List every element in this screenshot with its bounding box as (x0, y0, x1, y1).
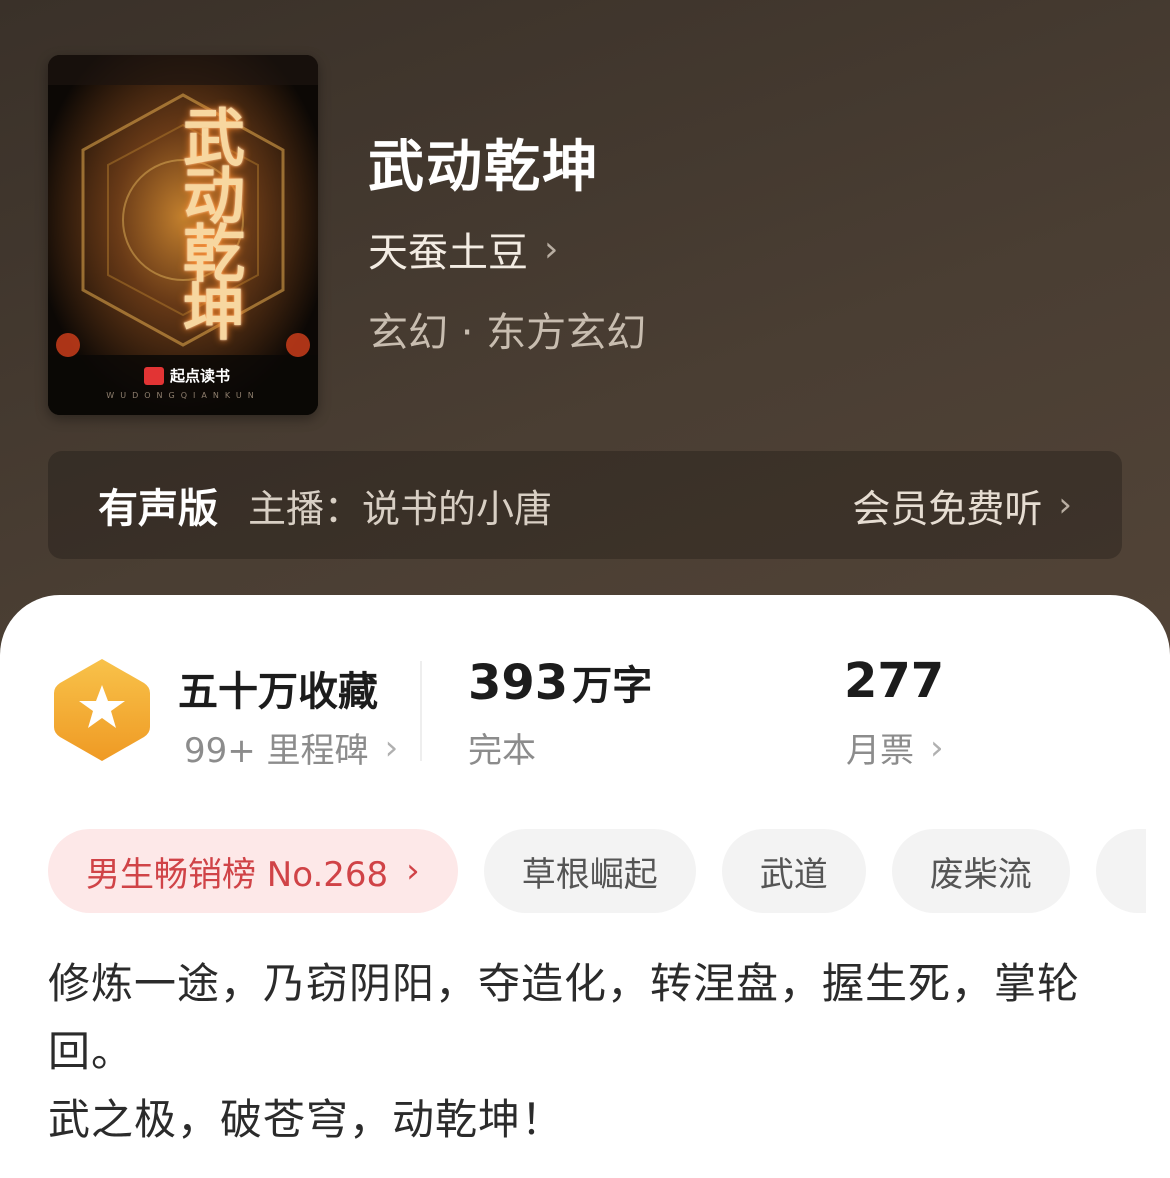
member-free-listen-button[interactable]: 会员免费听 › (852, 478, 1072, 533)
cover-publisher: 起点读书 (144, 365, 230, 386)
book-title: 武动乾坤 (368, 135, 600, 200)
monthly-votes-label: 月票 (846, 731, 914, 771)
stats-divider (420, 661, 422, 761)
star-hexagon-icon (54, 659, 150, 761)
author-name: 天蚕土豆 (368, 230, 528, 276)
word-count: 393 万字 (468, 653, 652, 711)
word-count-unit: 万字 (572, 663, 653, 709)
audio-version-bar[interactable]: 有声版 主播：说书的小唐 会员免费听 › (48, 451, 1122, 559)
milestone-link[interactable]: 99+ 里程碑 › (184, 723, 398, 772)
chevron-right-icon: › (930, 727, 944, 768)
author-link[interactable]: 天蚕土豆 › (368, 220, 558, 278)
synopsis-line: 修炼一途，乃窃阴阳，夺造化，转涅盘，握生死，掌轮回。 (48, 959, 1081, 1076)
tag-label: 武道 (759, 854, 828, 895)
tag-item[interactable]: 草根崛起 (483, 829, 696, 913)
book-genre[interactable]: 玄幻 · 东方玄幻 (368, 300, 646, 358)
book-detail-card: 五十万收藏 99+ 里程碑 › 393 万字 完本 277 月票 › 男生畅销榜… (0, 595, 1170, 1178)
audio-version-label: 有声版 (98, 486, 218, 532)
tag-label: 废柴流 (929, 854, 1032, 895)
collection-milestone-title: 五十万收藏 (178, 669, 378, 715)
chevron-right-icon: › (544, 228, 559, 270)
chevron-right-icon: › (1058, 485, 1072, 525)
tag-item[interactable]: 武道 (721, 829, 866, 913)
book-synopsis[interactable]: 修炼一途，乃窃阴阳，夺造化，转涅盘，握生死，掌轮回。 武之极，破苍穹，动乾坤！ (48, 950, 1128, 1154)
chevron-right-icon: › (384, 727, 399, 768)
publisher-logo-icon (144, 366, 164, 385)
tag-list: 男生畅销榜 No.268 › 草根崛起 武道 废柴流 (48, 829, 1146, 913)
tag-label: 草根崛起 (521, 854, 658, 895)
tag-label: 男生畅销榜 No.268 (86, 854, 389, 895)
cover-title-art: 武动乾坤 (172, 105, 245, 337)
cover-publisher-text: 起点读书 (170, 367, 231, 385)
cover-pinyin: WUDONGQIANKUN (106, 391, 260, 400)
audio-host: 主播：说书的小唐 (248, 486, 553, 531)
synopsis-line: 武之极，破苍穹，动乾坤！ (48, 1095, 565, 1144)
monthly-votes-link[interactable]: 月票 › (846, 723, 944, 772)
tag-item[interactable] (1095, 829, 1146, 913)
tag-item[interactable]: 废柴流 (891, 829, 1070, 913)
completion-status: 完本 (468, 731, 536, 771)
book-cover[interactable]: 武动乾坤 起点读书 WUDONGQIANKUN (48, 55, 318, 415)
milestone-count: 99+ 里程碑 (184, 731, 369, 771)
word-count-number: 393 (468, 655, 569, 711)
chevron-right-icon: › (406, 851, 420, 891)
monthly-votes-count: 277 (844, 653, 945, 709)
tag-rank[interactable]: 男生畅销榜 No.268 › (48, 829, 458, 913)
member-free-listen-label: 会员免费听 (852, 486, 1043, 531)
